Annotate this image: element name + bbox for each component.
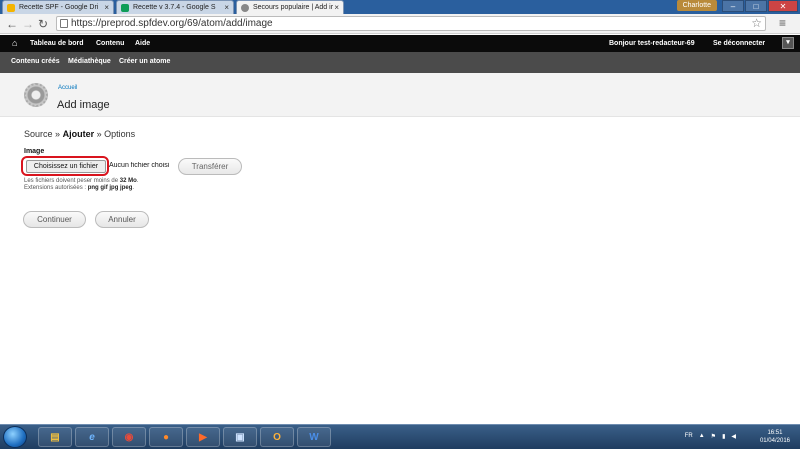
page-info-icon[interactable]: [60, 19, 68, 28]
system-clock[interactable]: 16:51 01/04/2016: [760, 429, 790, 445]
step-source: Source: [24, 129, 53, 139]
admin-toolbar: ⌂ Tableau de bord Contenu Aide Bonjour t…: [0, 35, 800, 52]
media-player-icon[interactable]: ▶: [186, 427, 220, 447]
tab-recette-sheets[interactable]: Recette v 3.7.4 - Google S ×: [116, 0, 234, 14]
firefox-icon[interactable]: ●: [149, 427, 183, 447]
tab-title: Recette v 3.7.4 - Google S: [133, 4, 216, 11]
volume-icon[interactable]: ◀: [731, 433, 736, 440]
back-arrow-icon[interactable]: ←: [6, 17, 18, 31]
system-tray: FR ▲ ⚑ ▮ ◀: [685, 433, 736, 440]
minimize-button[interactable]: –: [722, 0, 744, 12]
help-size-value: 32 Mo: [119, 178, 137, 184]
help-size-prefix: Les fichiers doivent peser moins de: [24, 178, 119, 184]
shortcut-create-atom[interactable]: Créer un atome: [119, 58, 170, 65]
tab-title: Recette SPF - Google Dri: [19, 4, 99, 11]
word-icon[interactable]: W: [297, 427, 331, 447]
step-options: Options: [104, 129, 136, 139]
toolbar-item-content[interactable]: Contenu: [96, 40, 124, 47]
chrome-icon[interactable]: ◉: [112, 427, 146, 447]
clock-date: 01/04/2016: [759, 438, 790, 444]
flag-icon[interactable]: ⚑: [711, 433, 716, 440]
browser-titlebar: Recette SPF - Google Dri × Recette v 3.7…: [0, 0, 800, 14]
reload-icon[interactable]: ↻: [38, 17, 48, 31]
greeting: Bonjour test-redacteur-69: [609, 40, 695, 47]
cancel-button[interactable]: Annuler: [95, 211, 149, 228]
outlook-icon[interactable]: O: [260, 427, 294, 447]
help-ext-prefix: Extensions autorisées :: [24, 185, 87, 191]
shortcuts-toggle-icon[interactable]: ▾: [782, 37, 794, 49]
close-tab-icon[interactable]: ×: [104, 1, 109, 14]
page-header: Accueil Add image: [0, 73, 800, 117]
bookmark-star-icon[interactable]: ☆: [751, 16, 762, 30]
step-separator: »: [96, 129, 102, 139]
step-current: Ajouter: [62, 129, 95, 139]
chrome-menu-icon[interactable]: ≡: [779, 16, 786, 30]
file-status-text: Aucun fichier choisi: [109, 162, 170, 169]
gear-icon: [24, 83, 48, 107]
drupal-icon: [241, 4, 249, 12]
maximize-button[interactable]: □: [745, 0, 767, 12]
start-button[interactable]: [3, 426, 27, 448]
toolbar-item-help[interactable]: Aide: [135, 40, 150, 47]
internet-explorer-icon[interactable]: e: [75, 427, 109, 447]
wizard-steps: Source » Ajouter » Options: [24, 129, 135, 139]
shortcut-media-library[interactable]: Médiathèque: [68, 58, 111, 65]
home-icon[interactable]: ⌂: [12, 38, 17, 48]
show-hidden-icons-icon[interactable]: ▲: [699, 433, 705, 440]
profile-badge[interactable]: Charlotte: [676, 0, 717, 11]
toolbar-item-dashboard[interactable]: Tableau de bord: [30, 40, 84, 47]
clock-time: 16:51: [767, 430, 783, 436]
address-bar: ← → ↻ https://preprod.spfdev.org/69/atom…: [0, 14, 800, 34]
continue-button[interactable]: Continuer: [23, 211, 86, 228]
shortcut-bar: Contenu créés Médiathèque Créer un atome: [0, 52, 800, 73]
window-controls: Charlotte – □ ✕: [676, 0, 798, 12]
windows-taskbar: ▤ e ◉ ● ▶ ▣ O W FR ▲ ⚑ ▮ ◀ 16:51 01/04/2…: [0, 424, 800, 449]
google-drive-icon: [7, 4, 15, 12]
url-input[interactable]: https://preprod.spfdev.org/69/atom/add/i…: [56, 16, 766, 31]
url-text: https://preprod.spfdev.org/69/atom/add/i…: [71, 18, 273, 29]
logout-link[interactable]: Se déconnecter: [713, 40, 765, 47]
close-tab-icon[interactable]: ×: [334, 1, 339, 14]
file-help-text: Les fichiers doivent peser moins de 32 M…: [24, 178, 139, 191]
network-icon[interactable]: ▮: [722, 433, 725, 440]
close-tab-icon[interactable]: ×: [224, 1, 229, 14]
page-title: Add image: [57, 99, 110, 111]
close-window-button[interactable]: ✕: [768, 0, 798, 12]
upload-button[interactable]: Transférer: [178, 158, 242, 175]
remote-desktop-icon[interactable]: ▣: [223, 427, 257, 447]
greeting-prefix: Bonjour: [609, 40, 636, 47]
step-separator: »: [55, 129, 61, 139]
tab-recette-drive[interactable]: Recette SPF - Google Dri ×: [2, 0, 114, 14]
tab-title: Secours populaire | Add ir: [253, 4, 334, 11]
google-sheets-icon: [121, 4, 129, 12]
breadcrumb-home-link[interactable]: Accueil: [58, 85, 77, 91]
file-explorer-icon[interactable]: ▤: [38, 427, 72, 447]
username[interactable]: test-redacteur-69: [638, 40, 695, 47]
image-field-label: Image: [24, 148, 45, 155]
tab-secours-populaire[interactable]: Secours populaire | Add ir ×: [236, 0, 344, 14]
shortcut-content-created[interactable]: Contenu créés: [11, 58, 60, 65]
choose-file-button[interactable]: Choisissez un fichier: [26, 160, 106, 173]
forward-arrow-icon[interactable]: →: [22, 17, 34, 31]
help-ext-value: png gif jpg jpeg: [87, 185, 133, 191]
language-indicator[interactable]: FR: [685, 433, 693, 440]
